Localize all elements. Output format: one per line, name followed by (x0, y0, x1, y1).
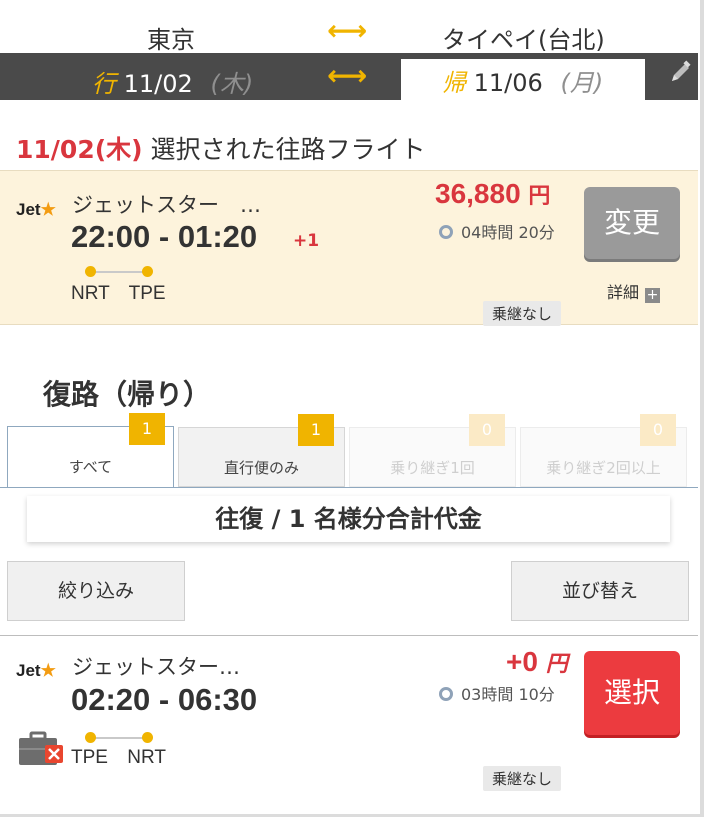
return-date-tab[interactable]: 帰 11/06 (月) (401, 59, 645, 100)
swap-arrows-icon: ⟷ (327, 14, 368, 47)
outbound-date: 11/02 (123, 70, 193, 98)
return-route-line (85, 732, 153, 744)
tab-direct-count: 1 (298, 414, 334, 446)
tab-two-plus-stops-count: 0 (640, 414, 676, 446)
return-stops-badge: 乗継なし (483, 766, 562, 791)
plus-icon: + (645, 287, 661, 303)
total-price-label: 往復 / 1 名様分合計代金 (27, 496, 670, 542)
outbound-origin-code: NRT (71, 283, 110, 304)
return-airports: TPE NRT (71, 747, 166, 769)
return-price-value: +0 (506, 646, 538, 677)
outbound-stops-badge: 乗継なし (483, 301, 562, 326)
outbound-route-line (85, 266, 153, 278)
outbound-duration-text: 04時間 20分 (461, 223, 555, 242)
tab-all-count: 1 (129, 413, 165, 445)
logo-text: Jet (16, 661, 41, 680)
tab-direct-label: 直行便のみ (223, 459, 299, 477)
outbound-date-tab[interactable]: 行 11/02 (木) (92, 64, 253, 99)
route-line (91, 737, 147, 739)
date-arrows-icon: ⟷ (327, 59, 368, 92)
clock-icon (439, 687, 453, 701)
tab-one-stop-count: 0 (469, 414, 505, 446)
outbound-price-value: 36,880 (435, 178, 521, 209)
star-icon: ★ (40, 200, 56, 219)
return-date: 11/06 (473, 69, 543, 97)
selected-outbound-title: 11/02(木) 選択された往路フライト (16, 130, 426, 166)
tab-two-plus-stops: 0 乗り継ぎ2回以上 (520, 414, 687, 487)
return-origin-code: TPE (71, 747, 108, 768)
return-duration: 03時間 10分 (439, 681, 555, 705)
change-button[interactable]: 変更 (584, 187, 680, 259)
return-price: +0 円 (506, 646, 568, 678)
return-weekday: (月) (560, 69, 604, 97)
detail-label: 詳細 (607, 283, 640, 302)
tab-two-plus-stops-label: 乗り継ぎ2回以上 (546, 459, 661, 477)
return-kanji: 帰 (442, 69, 466, 97)
return-currency: 円 (545, 651, 568, 676)
section-divider (0, 635, 698, 636)
jetstar-logo: Jet★ (16, 200, 56, 220)
origin-dot (85, 732, 96, 743)
return-duration-text: 03時間 10分 (461, 685, 555, 704)
return-destination-code: NRT (127, 747, 166, 768)
destination-dot (142, 732, 153, 743)
outbound-kanji: 行 (92, 70, 116, 98)
destination-city: タイペイ(台北) (442, 26, 605, 54)
selected-outbound-date: 11/02(木) (16, 135, 143, 164)
clock-icon (439, 225, 453, 239)
tab-underline (0, 487, 698, 488)
outbound-times: 22:00 - 01:20 (71, 219, 258, 254)
selected-outbound-label: 選択された往路フライト (142, 135, 426, 164)
logo-text: Jet (16, 200, 41, 219)
outbound-price: 36,880 円 (435, 178, 550, 210)
sort-button[interactable]: 並び替え (511, 561, 689, 621)
tab-all[interactable]: 1 すべて (7, 413, 174, 488)
origin-city: 東京 (147, 26, 195, 54)
day-offset: +1 (293, 231, 320, 251)
route-header: 東京 ⟷ タイペイ(台北) (0, 0, 698, 54)
pencil-icon[interactable] (664, 59, 694, 89)
no-baggage-icon (19, 731, 63, 765)
return-times: 02:20 - 06:30 (71, 682, 258, 717)
jetstar-logo: Jet★ (16, 661, 56, 681)
return-section-title: 復路（帰り） (43, 378, 212, 411)
outbound-airports: NRT TPE (71, 283, 166, 305)
detail-link[interactable]: 詳細 + (607, 279, 661, 303)
stop-filter-tabs: 1 すべて 1 直行便のみ 0 乗り継ぎ1回 0 乗り継ぎ2回以上 (7, 413, 697, 488)
outbound-weekday: (木) (210, 70, 254, 98)
outbound-airline: ジェットスター … (72, 193, 261, 217)
star-icon: ★ (40, 661, 56, 680)
filter-button[interactable]: 絞り込み (7, 561, 185, 621)
outbound-duration: 04時間 20分 (439, 219, 555, 243)
tab-one-stop-label: 乗り継ぎ1回 (390, 459, 475, 477)
select-button[interactable]: 選択 (584, 651, 680, 735)
tab-all-label: すべて (68, 458, 113, 476)
outbound-currency: 円 (528, 183, 551, 208)
route-line (91, 271, 147, 273)
tab-one-stop: 0 乗り継ぎ1回 (349, 414, 516, 487)
origin-dot (85, 266, 96, 277)
tab-direct[interactable]: 1 直行便のみ (178, 414, 345, 487)
destination-dot (142, 266, 153, 277)
outbound-destination-code: TPE (128, 283, 166, 304)
return-airline: ジェットスター… (72, 655, 240, 679)
date-bar: 行 11/02 (木) ⟷ 帰 11/06 (月) (0, 53, 698, 100)
